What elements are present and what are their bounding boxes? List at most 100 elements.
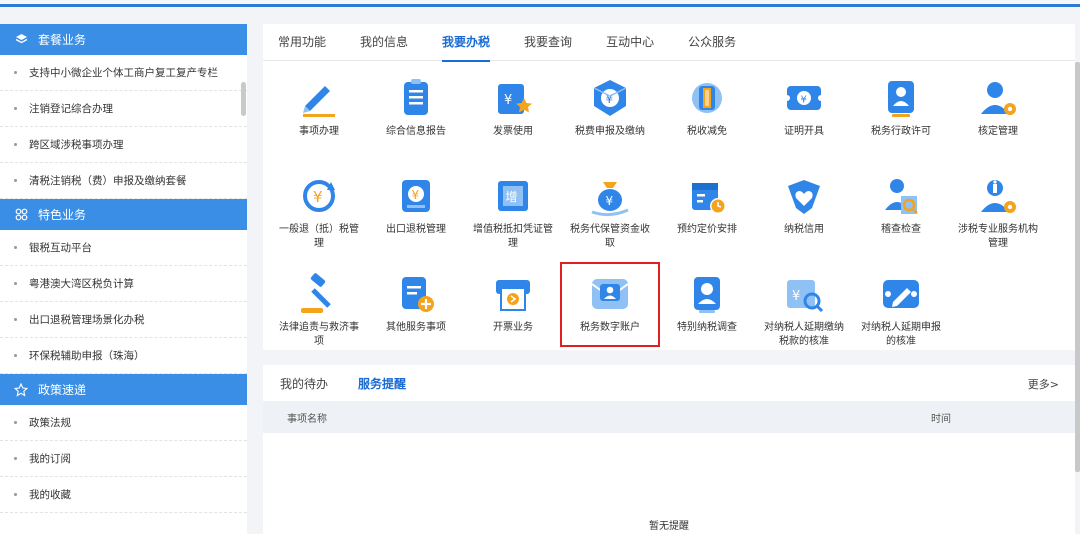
bullet-icon (14, 318, 17, 321)
sidebar-section-policy[interactable]: 政策速递 (0, 374, 247, 405)
top-bar (0, 0, 1080, 7)
function-tile[interactable]: 特别纳税调查 (659, 272, 755, 358)
bullet-icon (14, 179, 17, 182)
bullet-icon (14, 143, 17, 146)
function-tile[interactable]: 涉税专业服务机构管理 (950, 174, 1046, 260)
sidebar-item-favorites[interactable]: 我的收藏 (0, 477, 247, 513)
function-tile[interactable]: 开票业务 (465, 272, 561, 358)
function-tile[interactable]: 综合信息报告 (368, 76, 464, 162)
bullet-icon (14, 457, 17, 460)
function-label: 出口退税管理 (386, 224, 446, 235)
tab-file-tax[interactable]: 我要办税 (442, 24, 491, 62)
tab-public[interactable]: 公众服务 (688, 24, 736, 61)
function-label: 特别纳税调查 (677, 322, 737, 333)
function-label: 对纳税人延期申报的核准 (861, 322, 941, 347)
function-tile[interactable]: 核定管理 (950, 76, 1046, 162)
function-label: 涉税专业服务机构管理 (958, 224, 1038, 249)
sidebar-item-env-tax[interactable]: 环保税辅助申报（珠海） (0, 338, 247, 374)
sidebar-item-label: 注销登记综合办理 (29, 103, 113, 115)
function-tile[interactable]: 纳税信用 (756, 174, 852, 260)
function-label: 法律追责与救济事项 (279, 322, 359, 347)
coins-icon (685, 76, 729, 120)
sidebar-item-clearance[interactable]: 清税注销税（费）申报及缴纳套餐 (0, 163, 247, 199)
function-tile[interactable]: 增增值税抵扣凭证管理 (465, 174, 561, 260)
sidebar-item-gba-calc[interactable]: 粤港澳大湾区税负计算 (0, 266, 247, 302)
function-label: 纳税信用 (784, 224, 824, 235)
function-label: 开票业务 (493, 322, 533, 333)
function-label: 税务代保管资金收取 (570, 224, 650, 249)
sidebar-item-deregistration[interactable]: 注销登记综合办理 (0, 91, 247, 127)
function-tile[interactable]: 预约定价安排 (659, 174, 755, 260)
function-tile[interactable]: 税务行政许可 (853, 76, 949, 162)
function-tile[interactable]: 稽查检查 (853, 174, 949, 260)
sidebar-section-packages[interactable]: 套餐业务 (0, 24, 247, 55)
certificate-icon: ¥ (782, 76, 826, 120)
function-label: 税务行政许可 (871, 126, 931, 137)
heart-shield-icon (782, 174, 826, 218)
tab-common[interactable]: 常用功能 (278, 24, 326, 61)
function-label: 核定管理 (978, 126, 1018, 137)
sidebar-item-subscriptions[interactable]: 我的订阅 (0, 441, 247, 477)
sidebar-section-title: 特色业务 (38, 208, 87, 222)
function-label: 其他服务事项 (386, 322, 446, 333)
function-tile[interactable]: 税务数字账户 (560, 262, 660, 347)
function-tile[interactable]: 其他服务事项 (368, 272, 464, 358)
more-link[interactable]: 更多> (1028, 376, 1059, 392)
svg-text:¥: ¥ (606, 194, 614, 208)
sidebar-item-label: 政策法规 (29, 417, 71, 429)
tab-service-reminder[interactable]: 服务提醒 (358, 375, 406, 392)
function-label: 证明开具 (784, 126, 824, 137)
function-tile[interactable]: ¥ 发票使用 (465, 76, 561, 162)
function-label: 事项办理 (299, 126, 339, 137)
digital-account-icon (588, 272, 632, 316)
function-tile[interactable]: 税收减免 (659, 76, 755, 162)
empty-message: 暂无提醒 (649, 521, 689, 532)
sidebar-item-regulations[interactable]: 政策法规 (0, 405, 247, 441)
tab-my-info[interactable]: 我的信息 (360, 24, 408, 61)
tab-interaction[interactable]: 互动中心 (606, 24, 654, 61)
function-tile[interactable]: ¥ 对纳税人延期缴纳税款的核准 (756, 272, 852, 358)
invoice-icon: ¥ (491, 76, 535, 120)
sidebar-item-label: 跨区域涉税事项办理 (29, 139, 124, 151)
function-tile[interactable]: 对纳税人延期申报的核准 (853, 272, 949, 358)
bullet-icon (14, 493, 17, 496)
function-label: 一般退（抵）税管理 (279, 224, 359, 249)
functions-panel: 常用功能 我的信息 我要办税 我要查询 互动中心 公众服务 事项办理 综合信息报告… (263, 24, 1075, 350)
reminder-table-header: 事项名称 时间 (263, 401, 1075, 433)
bullet-icon (14, 421, 17, 424)
sidebar-section-title: 套餐业务 (38, 33, 87, 47)
vat-ticket-icon: 增 (491, 174, 535, 218)
function-label: 稽查检查 (881, 224, 921, 235)
sidebar-item-label: 出口退税管理场景化办税 (29, 314, 145, 326)
sidebar-section-title: 政策速递 (38, 383, 87, 397)
export-refund-icon: ¥ (394, 174, 438, 218)
bullet-icon (14, 354, 17, 357)
sidebar-item-export-refund[interactable]: 出口退税管理场景化办税 (0, 302, 247, 338)
pen-icon (297, 76, 341, 120)
svg-text:增: 增 (506, 190, 518, 204)
svg-text:¥: ¥ (801, 95, 807, 106)
sidebar-scrollbar[interactable] (241, 82, 246, 116)
sidebar-section-featured[interactable]: 特色业务 (0, 199, 247, 230)
sidebar-item-bank-tax[interactable]: 银税互动平台 (0, 230, 247, 266)
function-tile[interactable]: ¥ 税费申报及缴纳 (562, 76, 658, 162)
bullet-icon (14, 107, 17, 110)
sidebar-item-recovery[interactable]: 支持中小微企业个体工商户复工复产专栏 (0, 55, 247, 91)
function-tile[interactable]: ¥ 税务代保管资金收取 (562, 174, 658, 260)
function-tile[interactable]: ¥ 出口退税管理 (368, 174, 464, 260)
bullet-icon (14, 246, 17, 249)
function-label: 增值税抵扣凭证管理 (473, 224, 553, 249)
edit-icon (879, 272, 923, 316)
tab-my-todo[interactable]: 我的待办 (280, 375, 328, 392)
function-tile[interactable]: 法律追责与救济事项 (271, 272, 367, 358)
function-tile[interactable]: ¥ 证明开具 (756, 76, 852, 162)
tab-query[interactable]: 我要查询 (524, 24, 572, 61)
page-scrollbar[interactable] (1075, 62, 1080, 472)
column-time: 时间 (931, 413, 951, 425)
svg-text:¥: ¥ (313, 188, 323, 206)
function-tile[interactable]: 事项办理 (271, 76, 367, 162)
function-tile[interactable]: ¥ 一般退（抵）税管理 (271, 174, 367, 260)
function-label: 预约定价安排 (677, 224, 737, 235)
sidebar-item-cross-region[interactable]: 跨区域涉税事项办理 (0, 127, 247, 163)
sidebar: 套餐业务 支持中小微企业个体工商户复工复产专栏 注销登记综合办理 跨区域涉税事项… (0, 24, 247, 534)
